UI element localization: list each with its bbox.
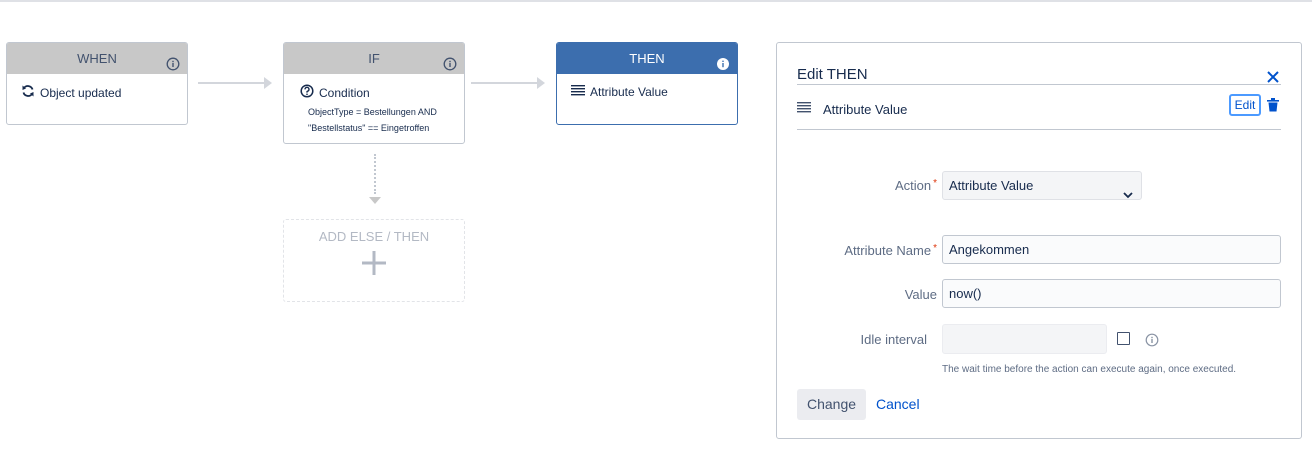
then-header: THEN (557, 43, 737, 74)
then-action: Attribute Value (571, 84, 723, 99)
flow-arrow (471, 82, 537, 84)
flow-arrow (198, 82, 264, 84)
info-icon[interactable] (166, 51, 180, 82)
panel-title: Edit THEN (797, 66, 868, 83)
question-circle-icon (300, 84, 314, 101)
chevron-down-icon (1123, 181, 1133, 208)
add-else-label: ADD ELSE / THEN (318, 229, 430, 244)
top-divider (0, 0, 1312, 2)
list-lines-icon (571, 84, 585, 99)
refresh-icon (21, 84, 35, 101)
info-icon[interactable] (443, 51, 457, 82)
list-lines-icon (797, 100, 811, 118)
action-select-value: Attribute Value (949, 178, 1034, 193)
then-header-label: THEN (629, 51, 665, 66)
if-condition: Condition (300, 84, 450, 101)
idle-interval-hint: The wait time before the action can exec… (942, 364, 1237, 375)
cancel-link[interactable]: Cancel (876, 396, 920, 412)
flow-arrow-head (537, 77, 545, 89)
when-trigger: Object updated (21, 84, 173, 101)
condition-expression-line: "Bestellstatus" == Eingetroffen (308, 123, 430, 133)
plus-icon (284, 250, 464, 281)
if-card[interactable]: IF Condition ObjectType = Bestellungen A… (283, 42, 465, 144)
divider (797, 129, 1281, 130)
action-field-label: Action * (894, 178, 937, 193)
divider (797, 84, 1281, 85)
edit-then-panel: Edit THEN Attribute Value Edit Action * A… (776, 42, 1302, 439)
then-action-label: Attribute Value (590, 84, 668, 99)
change-button[interactable]: Change (797, 389, 866, 420)
connector-arrow-head (369, 197, 381, 204)
flow-arrow-head (264, 77, 272, 89)
idle-interval-field-label: Idle interval (860, 332, 927, 347)
add-else-then-button[interactable]: ADD ELSE / THEN (283, 219, 465, 302)
close-icon[interactable] (1266, 70, 1280, 89)
when-header-label: WHEN (77, 51, 117, 66)
idle-interval-input[interactable] (942, 324, 1107, 354)
value-field-label: Value (904, 287, 937, 302)
trash-icon[interactable] (1267, 98, 1279, 117)
action-select[interactable]: Attribute Value (942, 171, 1142, 200)
then-card[interactable]: THEN Attribute Value (556, 42, 738, 125)
edit-action-button[interactable]: Edit (1229, 94, 1261, 116)
if-header-label: IF (368, 51, 380, 66)
condition-expression-line: ObjectType = Bestellungen AND (308, 107, 437, 117)
if-header: IF (284, 43, 464, 74)
when-trigger-label: Object updated (40, 85, 122, 100)
attribute-name-input[interactable]: Angekommen (942, 235, 1281, 264)
selected-action-label: Attribute Value (823, 101, 908, 117)
when-header: WHEN (7, 43, 187, 74)
attribute-name-field-label: Attribute Name * (844, 243, 937, 258)
dotted-connector (374, 154, 376, 194)
info-icon[interactable] (716, 51, 730, 82)
when-card[interactable]: WHEN Object updated (6, 42, 188, 125)
if-condition-label: Condition (319, 85, 370, 100)
idle-interval-checkbox[interactable] (1117, 332, 1130, 345)
selected-action-row: Attribute Value (797, 96, 1281, 122)
info-icon[interactable] (1145, 333, 1159, 352)
value-input[interactable]: now() (942, 279, 1281, 308)
